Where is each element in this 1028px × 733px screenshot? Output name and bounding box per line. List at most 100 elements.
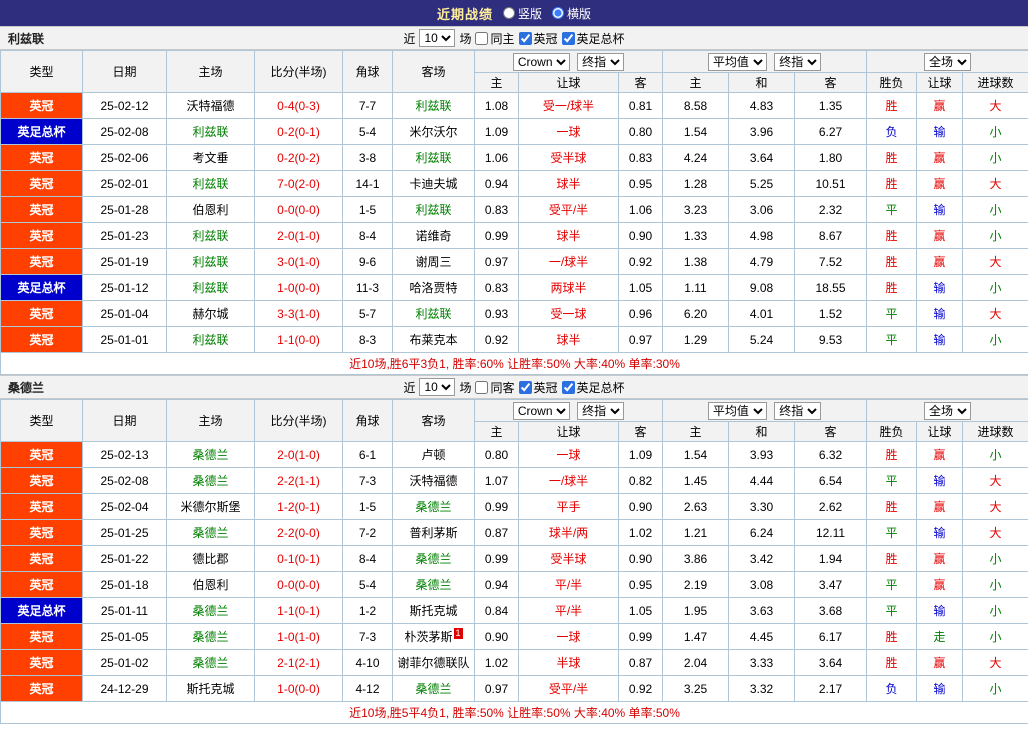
avg-stage-select[interactable]: 终指 xyxy=(774,52,822,71)
match-date: 25-02-12 xyxy=(82,92,167,119)
home-team[interactable]: 利兹联 xyxy=(166,326,255,353)
away-team[interactable]: 哈洛贾特 xyxy=(392,274,475,301)
odds-company-select[interactable]: Crown xyxy=(512,52,570,71)
avg-odds-select[interactable]: 平均值 xyxy=(707,401,767,420)
same-venue-checkbox[interactable] xyxy=(475,31,489,45)
match-score: 2-0(1-0) xyxy=(254,441,343,468)
home-team[interactable]: 米德尔斯堡 xyxy=(166,493,255,520)
away-team[interactable]: 桑德兰 xyxy=(392,675,475,702)
home-team[interactable]: 利兹联 xyxy=(166,248,255,275)
away-team[interactable]: 米尔沃尔 xyxy=(392,118,475,145)
home-team[interactable]: 利兹联 xyxy=(166,170,255,197)
horizontal-radio-label: 横版 xyxy=(567,6,592,21)
goals-result: 小 xyxy=(962,144,1028,171)
avg-odds-away: 18.55 xyxy=(793,274,868,301)
away-team[interactable]: 谢菲尔德联队 xyxy=(392,649,475,676)
away-team[interactable]: 利兹联 xyxy=(392,300,475,327)
goals-result: 小 xyxy=(962,623,1028,650)
same-venue-checkbox[interactable] xyxy=(475,380,489,394)
home-team[interactable]: 桑德兰 xyxy=(166,597,255,624)
subheader-result: 胜负 xyxy=(866,72,918,93)
scope-select[interactable]: 全场 xyxy=(924,52,972,71)
handicap-result: 输 xyxy=(916,274,964,301)
championship-checkbox-wrap[interactable]: 英冠 xyxy=(518,30,558,47)
layout-radio-vertical[interactable]: 竖版 xyxy=(502,5,542,22)
match-date: 25-02-04 xyxy=(82,493,167,520)
home-team[interactable]: 利兹联 xyxy=(166,222,255,249)
handicap-odds-away: 0.87 xyxy=(618,649,663,676)
match-score: 3-0(1-0) xyxy=(254,248,343,275)
home-team[interactable]: 利兹联 xyxy=(166,118,255,145)
away-team[interactable]: 桑德兰 xyxy=(392,545,475,572)
championship-checkbox-wrap[interactable]: 英冠 xyxy=(518,379,558,396)
odds-stage-select[interactable]: 终指 xyxy=(577,52,625,71)
home-team[interactable]: 沃特福德 xyxy=(166,92,255,119)
corner-score: 9-6 xyxy=(342,248,393,275)
home-team[interactable]: 桑德兰 xyxy=(166,649,255,676)
home-team[interactable]: 考文垂 xyxy=(166,144,255,171)
handicap-odds-group: Crown 终指 xyxy=(474,50,663,73)
handicap-result: 赢 xyxy=(916,248,964,275)
avg-odds-away: 8.67 xyxy=(793,222,868,249)
away-team[interactable]: 利兹联 xyxy=(392,92,475,119)
home-team[interactable]: 伯恩利 xyxy=(166,571,255,598)
fa-cup-checkbox-wrap[interactable]: 英足总杯 xyxy=(561,30,625,47)
home-team[interactable]: 德比郡 xyxy=(166,545,255,572)
away-team[interactable]: 斯托克城 xyxy=(392,597,475,624)
scope-select[interactable]: 全场 xyxy=(924,401,972,420)
league-type-cell: 英冠 xyxy=(0,92,83,119)
handicap-result: 输 xyxy=(916,300,964,327)
championship-checkbox[interactable] xyxy=(518,380,532,394)
odds-stage-select[interactable]: 终指 xyxy=(577,401,625,420)
handicap-line: 一球 xyxy=(518,118,619,145)
away-team[interactable]: 沃特福德 xyxy=(392,467,475,494)
away-team[interactable]: 诺维奇 xyxy=(392,222,475,249)
odds-company-select[interactable]: Crown xyxy=(512,401,570,420)
away-team[interactable]: 谢周三 xyxy=(392,248,475,275)
avg-odds-home: 1.21 xyxy=(662,519,729,546)
handicap-odds-home: 0.84 xyxy=(474,597,519,624)
away-team[interactable]: 布莱克本 xyxy=(392,326,475,353)
avg-stage-select[interactable]: 终指 xyxy=(774,401,822,420)
match-count-select[interactable]: 10 xyxy=(419,378,456,396)
avg-odds-select[interactable]: 平均值 xyxy=(707,52,767,71)
subheader-avg-draw: 和 xyxy=(728,72,795,93)
home-team[interactable]: 赫尔城 xyxy=(166,300,255,327)
away-team[interactable]: 朴茨茅斯 1 xyxy=(392,623,475,650)
home-team[interactable]: 桑德兰 xyxy=(166,441,255,468)
match-count-select[interactable]: 10 xyxy=(419,29,456,47)
away-team[interactable]: 普利茅斯 xyxy=(392,519,475,546)
home-team[interactable]: 利兹联 xyxy=(166,274,255,301)
away-team[interactable]: 卢顿 xyxy=(392,441,475,468)
home-team[interactable]: 桑德兰 xyxy=(166,467,255,494)
match-date: 25-01-19 xyxy=(82,248,167,275)
home-team[interactable]: 斯托克城 xyxy=(166,675,255,702)
home-team[interactable]: 桑德兰 xyxy=(166,519,255,546)
away-team[interactable]: 利兹联 xyxy=(392,144,475,171)
match-result: 平 xyxy=(866,519,918,546)
same-venue-checkbox-wrap[interactable]: 同主 xyxy=(475,30,515,47)
away-team[interactable]: 桑德兰 xyxy=(392,571,475,598)
handicap-odds-home: 0.90 xyxy=(474,623,519,650)
fa-cup-checkbox-wrap[interactable]: 英足总杯 xyxy=(561,379,625,396)
corner-score: 1-5 xyxy=(342,493,393,520)
avg-odds-home: 1.45 xyxy=(662,467,729,494)
horizontal-radio[interactable] xyxy=(552,7,564,19)
fa-cup-checkbox[interactable] xyxy=(561,31,575,45)
league-type-cell: 英冠 xyxy=(0,300,83,327)
layout-radio-horizontal[interactable]: 横版 xyxy=(552,5,591,22)
vertical-radio[interactable] xyxy=(502,7,515,19)
away-team[interactable]: 卡迪夫城 xyxy=(392,170,475,197)
handicap-result: 赢 xyxy=(916,222,964,249)
home-team[interactable]: 伯恩利 xyxy=(166,196,255,223)
home-team[interactable]: 桑德兰 xyxy=(166,623,255,650)
match-date: 25-02-06 xyxy=(82,144,167,171)
fa-cup-checkbox[interactable] xyxy=(561,380,575,394)
away-team[interactable]: 桑德兰 xyxy=(392,493,475,520)
euro-odds-group: 平均值 终指 xyxy=(661,50,868,73)
same-venue-checkbox-wrap[interactable]: 同客 xyxy=(475,379,515,396)
championship-checkbox[interactable] xyxy=(518,31,532,45)
col-header-date: 日期 xyxy=(82,50,167,93)
handicap-odds-away: 1.02 xyxy=(618,519,663,546)
away-team[interactable]: 利兹联 xyxy=(392,196,475,223)
